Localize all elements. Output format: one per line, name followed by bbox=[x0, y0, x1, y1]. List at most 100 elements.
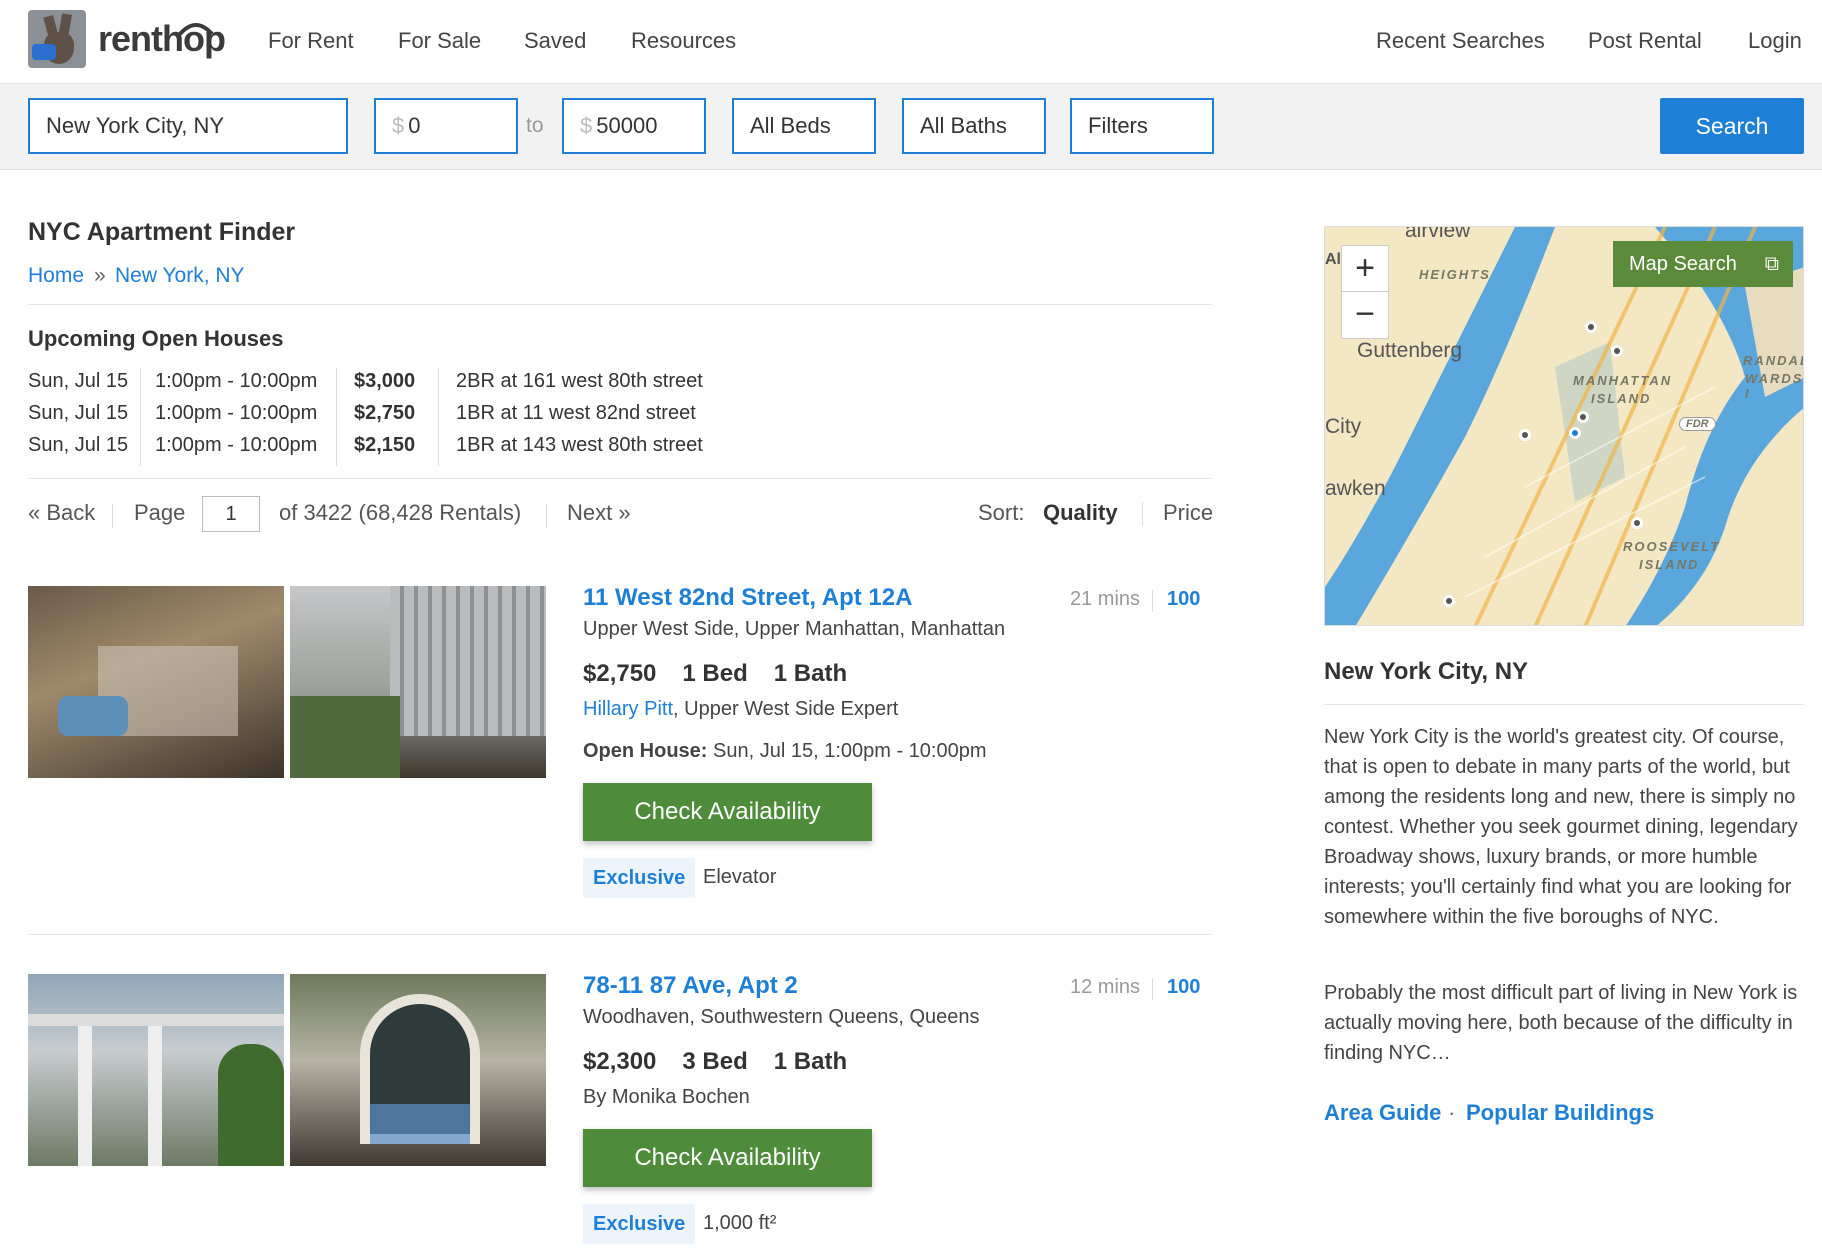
map-pin[interactable] bbox=[1631, 517, 1643, 529]
photo-trees-detail bbox=[290, 696, 400, 778]
map-pin[interactable] bbox=[1443, 595, 1455, 607]
column-divider bbox=[336, 368, 337, 466]
listing-beds: 3 Bed bbox=[682, 1048, 748, 1075]
map-search-button[interactable]: Map Search ⧉ bbox=[1613, 241, 1793, 287]
listing-price: $2,750 bbox=[583, 660, 657, 687]
nav-login[interactable]: Login bbox=[1748, 28, 1802, 54]
column-divider bbox=[140, 368, 141, 466]
listing-agent: Hillary Pitt, Upper West Side Expert bbox=[583, 698, 898, 721]
listing-baths: 1 Bath bbox=[773, 660, 848, 687]
listing-score[interactable]: 100 bbox=[1167, 976, 1200, 999]
agent-name-link[interactable]: Hillary Pitt bbox=[583, 698, 673, 720]
map-label: MANHATTAN bbox=[1573, 373, 1673, 388]
listing-location: Woodhaven, Southwestern Queens, Queens bbox=[583, 1006, 980, 1028]
pager-next-link[interactable]: Next » bbox=[567, 500, 631, 526]
map-pin[interactable] bbox=[1577, 411, 1589, 423]
breadcrumb-new-york[interactable]: New York, NY bbox=[115, 264, 245, 288]
area-guide-link[interactable]: Area Guide bbox=[1324, 1100, 1441, 1126]
exclusive-badge: Exclusive bbox=[583, 1204, 696, 1244]
open-house-date: Sun, Jul 15 bbox=[28, 370, 129, 392]
listing-meta-divider bbox=[1152, 590, 1153, 612]
search-bar: New York City, NY $0 to $50000 All Beds … bbox=[0, 84, 1822, 170]
listing-commute-time: 12 mins bbox=[1070, 976, 1141, 998]
map-label: HEIGHTS bbox=[1419, 267, 1491, 282]
sidebar-description: New York City is the world's greatest ci… bbox=[1324, 726, 1798, 928]
map-label: FDR bbox=[1679, 417, 1716, 431]
listing-title-link[interactable]: 11 West 82nd Street, Apt 12A bbox=[583, 584, 912, 612]
popular-buildings-link[interactable]: Popular Buildings bbox=[1466, 1100, 1654, 1126]
open-house-price: $2,750 bbox=[354, 402, 416, 424]
listing-meta-divider bbox=[1152, 978, 1153, 1000]
sort-quality-option[interactable]: Quality bbox=[1043, 500, 1118, 526]
breadcrumb-home[interactable]: Home bbox=[28, 264, 84, 288]
link-separator: · bbox=[1448, 1100, 1456, 1125]
map-pin[interactable] bbox=[1585, 321, 1597, 333]
map-widget[interactable]: + − Map Search ⧉ HEIGHTS Guttenberg City… bbox=[1324, 226, 1804, 626]
nav-for-rent[interactable]: For Rent bbox=[268, 28, 354, 54]
map-label: ISLAND bbox=[1639, 557, 1700, 572]
listing-location: Upper West Side, Upper Manhattan, Manhat… bbox=[583, 618, 1006, 640]
logo-donkey-icon[interactable] bbox=[28, 10, 86, 68]
pager-total: of 3422 (68,428 Rentals) bbox=[279, 500, 522, 525]
check-availability-button[interactable]: Check Availability bbox=[583, 1129, 872, 1187]
photo-shrub-detail bbox=[218, 1044, 284, 1166]
top-navbar: renthop For Rent For Sale Saved Resource… bbox=[0, 0, 1822, 84]
divider bbox=[28, 478, 1212, 479]
listing-title-link[interactable]: 78-11 87 Ave, Apt 2 bbox=[583, 972, 798, 1000]
price-min-value: 0 bbox=[408, 113, 421, 138]
listing-feature-tag: Elevator bbox=[703, 866, 777, 888]
nav-post-rental[interactable]: Post Rental bbox=[1588, 28, 1702, 54]
price-min-input[interactable]: $0 bbox=[374, 98, 518, 154]
photo-floor-reflection-detail bbox=[370, 1104, 470, 1144]
location-input[interactable]: New York City, NY bbox=[28, 98, 348, 154]
search-button[interactable]: Search bbox=[1660, 98, 1804, 154]
listing-by-line: By Monika Bochen bbox=[583, 1086, 750, 1108]
open-house-link[interactable]: 1BR at 11 west 82nd street bbox=[456, 402, 696, 425]
nav-resources[interactable]: Resources bbox=[631, 28, 736, 54]
map-label: ISLAND bbox=[1591, 391, 1652, 406]
open-house-link[interactable]: 1BR at 143 west 80th street bbox=[456, 434, 703, 457]
listing-photo[interactable] bbox=[290, 586, 546, 778]
map-label: City bbox=[1325, 415, 1362, 438]
pager-back-link[interactable]: « Back bbox=[28, 500, 95, 526]
photo-column-detail bbox=[78, 1026, 92, 1166]
map-label: ROOSEVELT bbox=[1623, 539, 1721, 554]
listing-open-house: Open House: Sun, Jul 15, 1:00pm - 10:00p… bbox=[583, 740, 987, 763]
divider bbox=[28, 304, 1212, 305]
map-label: awken bbox=[1325, 477, 1386, 500]
nav-for-sale[interactable]: For Sale bbox=[398, 28, 481, 54]
listing-stats: $2,750 1 Bed 1 Bath bbox=[583, 660, 873, 688]
check-availability-button[interactable]: Check Availability bbox=[583, 783, 872, 841]
sort-label: Sort: bbox=[978, 500, 1025, 525]
listing-score[interactable]: 100 bbox=[1167, 588, 1200, 611]
page-number-input[interactable]: 1 bbox=[202, 496, 260, 532]
listing-photo[interactable] bbox=[28, 974, 284, 1166]
beds-select[interactable]: All Beds bbox=[732, 98, 876, 154]
open-house-time: 1:00pm - 10:00pm bbox=[155, 402, 318, 424]
map-search-label: Map Search bbox=[1629, 253, 1737, 275]
breadcrumb-separator: » bbox=[94, 264, 106, 287]
listing-feature-tag: 1,000 ft² bbox=[703, 1212, 777, 1234]
price-max-input[interactable]: $50000 bbox=[562, 98, 706, 154]
filters-button[interactable]: Filters bbox=[1070, 98, 1214, 154]
map-pin-selected[interactable] bbox=[1569, 427, 1581, 439]
map-zoom-in-button[interactable]: + bbox=[1341, 245, 1389, 293]
map-label: Guttenberg bbox=[1357, 339, 1463, 362]
map-zoom-out-button[interactable]: − bbox=[1341, 291, 1389, 339]
listing-photo[interactable] bbox=[290, 974, 546, 1166]
nav-saved[interactable]: Saved bbox=[524, 28, 586, 54]
currency-symbol: $ bbox=[392, 113, 405, 138]
sort-price-option[interactable]: Price bbox=[1163, 500, 1213, 526]
open-house-time: 1:00pm - 10:00pm bbox=[155, 434, 318, 456]
open-house-link[interactable]: 2BR at 161 west 80th street bbox=[456, 370, 703, 393]
map-pin[interactable] bbox=[1611, 345, 1623, 357]
listing-photo[interactable] bbox=[28, 586, 284, 778]
map-label: Al bbox=[1325, 251, 1341, 268]
photo-building-detail bbox=[390, 586, 546, 736]
pager-divider bbox=[546, 504, 547, 528]
baths-select[interactable]: All Baths bbox=[902, 98, 1046, 154]
map-pin[interactable] bbox=[1519, 429, 1531, 441]
nav-recent-searches[interactable]: Recent Searches bbox=[1376, 28, 1545, 54]
exclusive-badge: Exclusive bbox=[583, 858, 696, 898]
photo-column-detail bbox=[148, 1026, 162, 1166]
